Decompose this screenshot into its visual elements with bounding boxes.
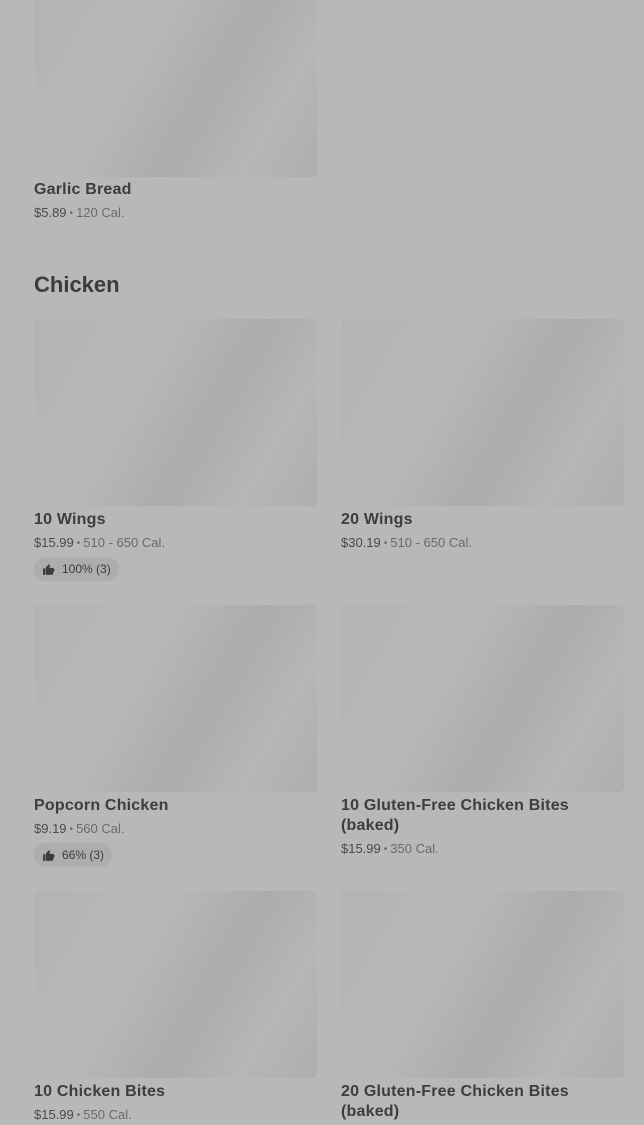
item-name: 10 Gluten-Free Chicken Bites (baked) bbox=[341, 797, 569, 834]
item-name: 10 Wings bbox=[34, 511, 106, 528]
section-title: Chicken bbox=[34, 272, 120, 297]
item-image bbox=[341, 891, 624, 1078]
item-image bbox=[341, 319, 624, 506]
item-calories: 510 - 650 Cal. bbox=[83, 535, 165, 550]
item-price: $5.89 bbox=[34, 205, 67, 220]
rating-badge: 66% (3) bbox=[34, 843, 113, 867]
item-price: $15.99 bbox=[34, 535, 74, 550]
thumbs-up-icon bbox=[43, 563, 55, 575]
item-price: $15.99 bbox=[34, 1107, 74, 1122]
rating-text: 100% (3) bbox=[62, 562, 111, 576]
separator-dot: • bbox=[76, 538, 81, 549]
item-name: 20 Wings bbox=[341, 511, 413, 528]
item-name: Popcorn Chicken bbox=[34, 797, 169, 814]
item-price: $9.19 bbox=[34, 821, 67, 836]
item-image bbox=[34, 605, 317, 792]
item-calories: 120 Cal. bbox=[76, 205, 125, 220]
thumbs-up-icon bbox=[43, 849, 55, 861]
item-name: Garlic Bread bbox=[34, 181, 132, 198]
item-name: 20 Gluten-Free Chicken Bites (baked) bbox=[341, 1083, 569, 1120]
item-meta: $15.99 • 510 - 650 Cal. bbox=[34, 535, 165, 553]
item-image bbox=[341, 605, 624, 792]
separator-dot: • bbox=[69, 824, 74, 835]
item-calories: 510 - 650 Cal. bbox=[390, 535, 472, 550]
item-price: $30.19 bbox=[341, 535, 381, 550]
rating-badge: 100% (3) bbox=[34, 557, 119, 581]
item-name: 10 Chicken Bites bbox=[34, 1083, 166, 1100]
item-meta: $5.89 • 120 Cal. bbox=[34, 205, 124, 223]
item-meta: $15.99 • 550 Cal. bbox=[34, 1107, 132, 1125]
item-meta: $15.99 • 350 Cal. bbox=[341, 841, 439, 859]
item-meta: $30.19 • 510 - 650 Cal. bbox=[341, 535, 472, 553]
item-meta: $9.19 • 560 Cal. bbox=[34, 821, 124, 839]
separator-dot: • bbox=[69, 208, 74, 219]
item-calories: 560 Cal. bbox=[76, 821, 125, 836]
separator-dot: • bbox=[383, 844, 388, 855]
item-calories: 550 Cal. bbox=[83, 1107, 132, 1122]
rating-text: 66% (3) bbox=[62, 848, 105, 862]
item-image bbox=[34, 319, 317, 506]
item-image bbox=[34, 0, 317, 177]
item-calories: 350 Cal. bbox=[390, 841, 439, 856]
item-price: $15.99 bbox=[341, 841, 381, 856]
separator-dot: • bbox=[383, 538, 388, 549]
item-image bbox=[34, 891, 317, 1078]
